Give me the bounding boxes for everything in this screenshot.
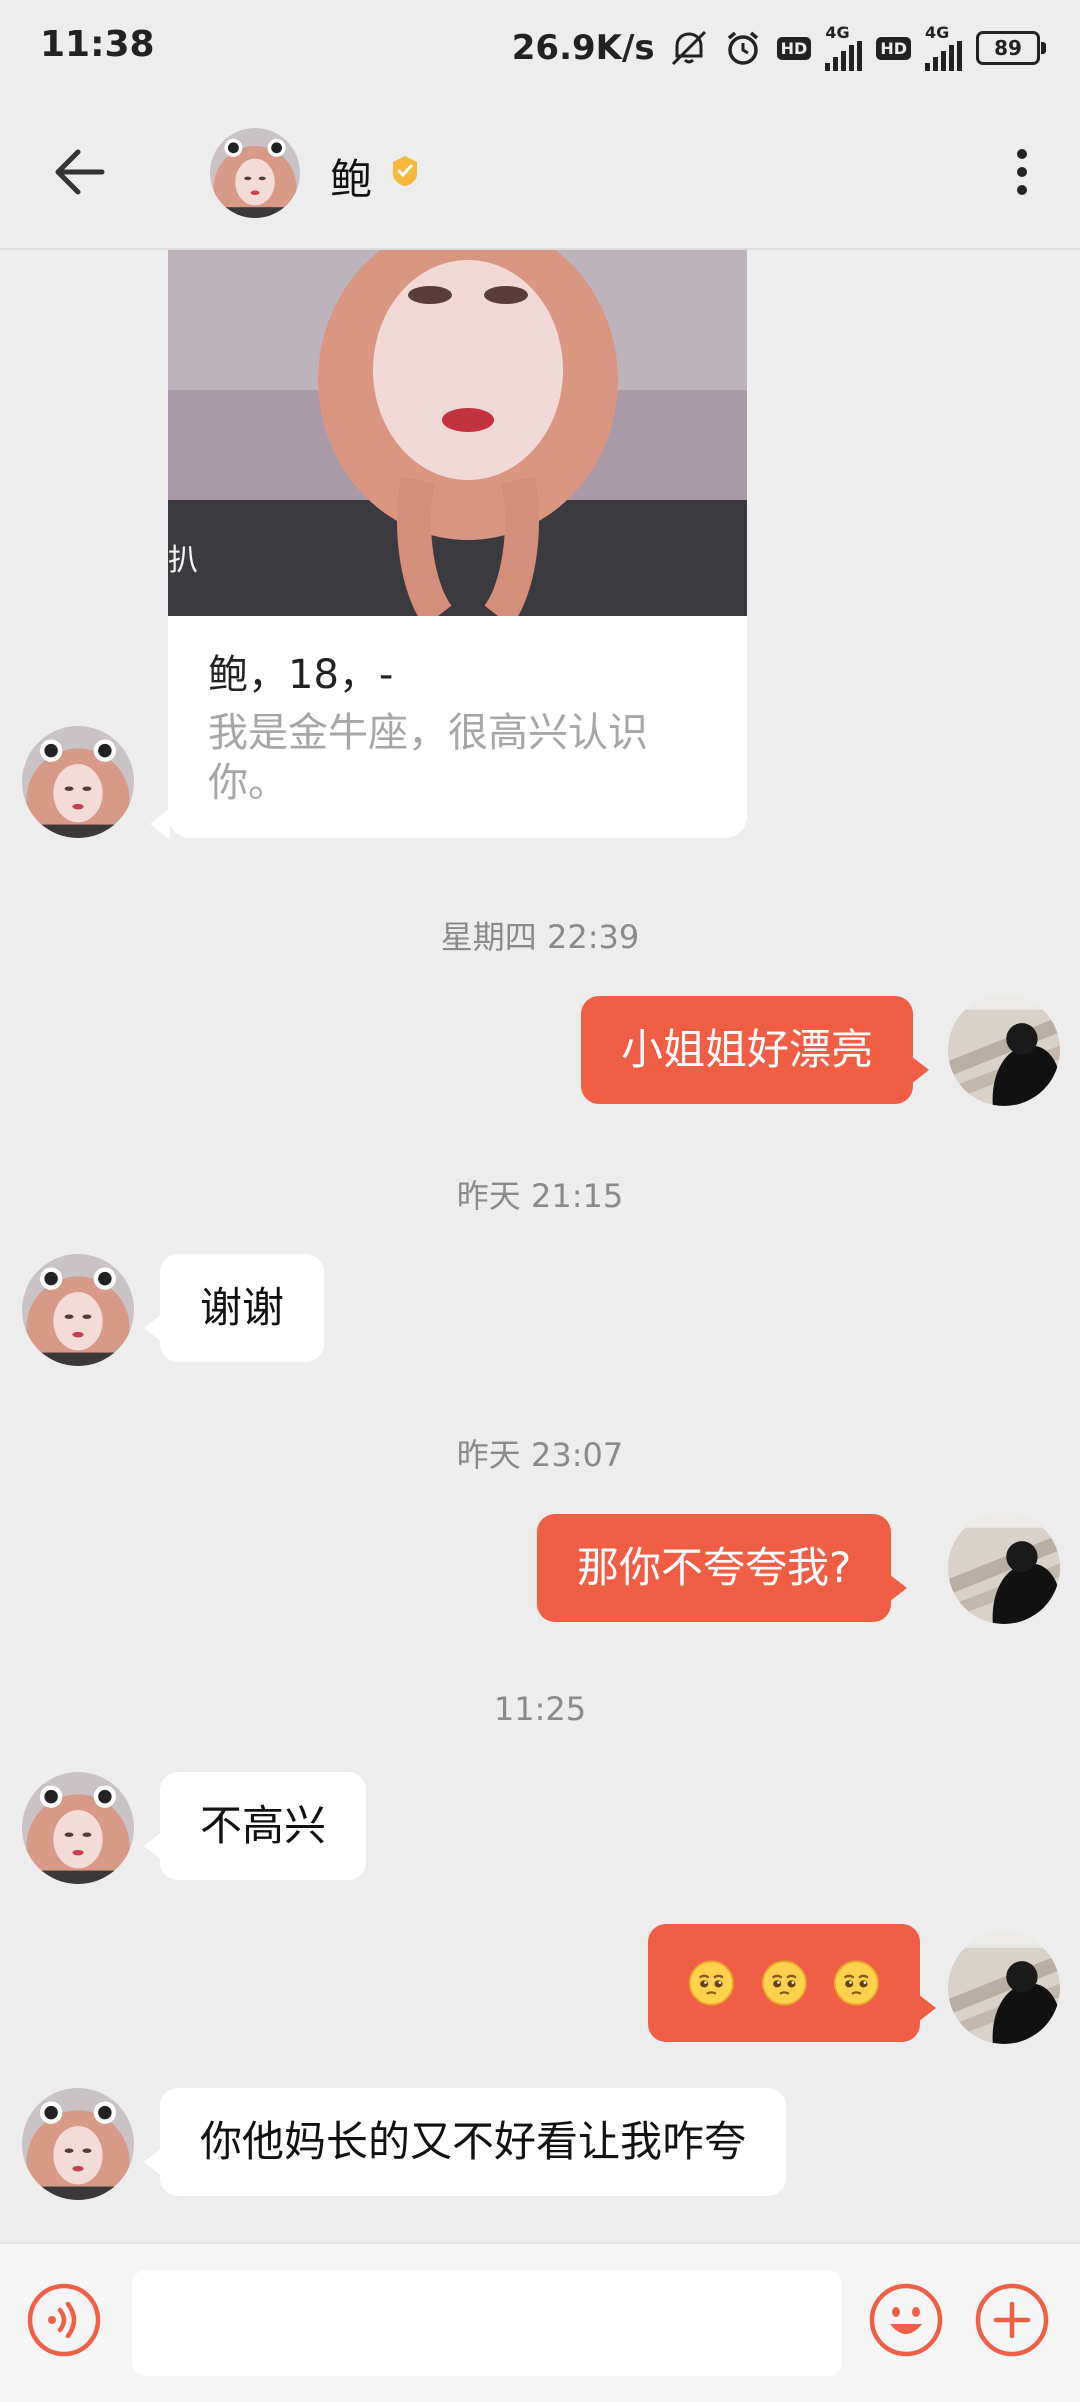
photo-caption: 扒 <box>168 543 198 578</box>
emoji-icon[interactable] <box>868 2282 944 2358</box>
timestamp: 昨天 23:07 <box>456 1436 624 1474</box>
net-type-label: 4G <box>825 23 850 42</box>
timestamp: 星期四 22:39 <box>440 918 640 956</box>
contact-avatar-card[interactable] <box>22 726 134 838</box>
profile-card[interactable]: 扒 鲍，18，- 我是金牛座，很高兴认识你。 <box>168 250 747 838</box>
incoming-message[interactable]: 不高兴 <box>143 1772 367 1880</box>
contact-name: 鲍 <box>330 155 373 204</box>
net-type-label-2: 4G <box>925 23 950 42</box>
back-arrow-icon[interactable] <box>44 136 116 208</box>
profile-card-intro: 我是金牛座，很高兴认识你。 <box>208 710 648 806</box>
verified-badge-icon <box>393 156 417 186</box>
contact-avatar-message[interactable] <box>22 1772 134 1884</box>
voice-icon[interactable] <box>26 2282 102 2358</box>
battery-icon: 89 <box>976 31 1046 65</box>
more-vertical-icon[interactable] <box>992 140 1052 204</box>
incoming-message[interactable]: 谢谢 <box>143 1254 325 1362</box>
hd-badge-icon: HD <box>776 36 812 60</box>
input-bar <box>0 2242 1080 2402</box>
status-time: 11:38 <box>40 24 155 65</box>
network-speed: 26.9K/s <box>511 28 655 68</box>
profile-photo[interactable]: 扒 <box>168 250 747 616</box>
timestamp: 11:25 <box>493 1690 587 1728</box>
status-indicators: 26.9K/s HD 4G HD 4G 89 <box>511 22 1046 74</box>
profile-card-title: 鲍，18，- <box>208 652 394 698</box>
incoming-message[interactable]: 你他妈长的又不好看让我咋夸 <box>143 2088 787 2196</box>
pleading-face-emoji-icon <box>688 1957 735 2009</box>
pleading-face-emoji-icon <box>833 1957 880 2009</box>
mute-icon <box>671 30 706 66</box>
my-avatar[interactable] <box>948 1932 1060 2044</box>
alarm-icon <box>727 31 758 65</box>
signal-2-icon: 4G <box>925 25 962 71</box>
hd-badge-2-icon: HD <box>876 36 911 60</box>
my-avatar[interactable] <box>948 994 1060 1106</box>
card-tail <box>150 808 170 840</box>
pleading-face-emoji-icon <box>761 1957 808 2009</box>
timestamp: 昨天 21:15 <box>456 1177 624 1215</box>
my-avatar[interactable] <box>948 1512 1060 1624</box>
outgoing-message[interactable]: 那你不夸夸我? <box>537 1514 908 1622</box>
contact-avatar-message[interactable] <box>22 2088 134 2200</box>
outgoing-emoji-message[interactable] <box>648 1924 936 2042</box>
outgoing-message[interactable]: 小姐姐好漂亮 <box>581 996 930 1104</box>
message-input[interactable] <box>132 2270 842 2376</box>
plus-icon[interactable] <box>974 2282 1050 2358</box>
contact-avatar-message[interactable] <box>22 1254 134 1366</box>
chat-header: 鲍 <box>0 96 1080 250</box>
status-bar: 11:38 26.9K/s HD 4G HD 4G 89 <box>0 0 1080 96</box>
signal-1-icon: 4G <box>825 23 863 71</box>
contact-avatar[interactable] <box>210 128 300 218</box>
